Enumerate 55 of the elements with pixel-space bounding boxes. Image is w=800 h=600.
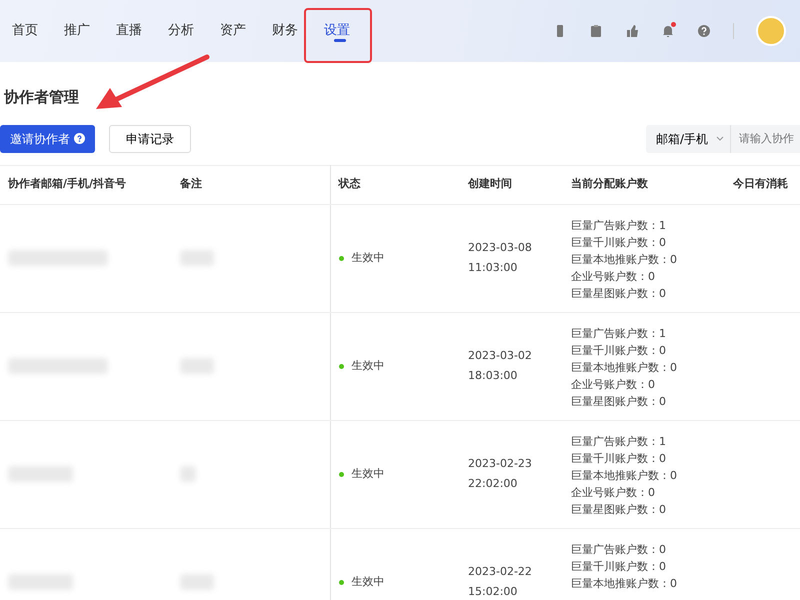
status-text: 生效中 <box>352 358 384 374</box>
application-records-button[interactable]: 申请记录 <box>109 124 191 152</box>
account-count: 巨量千川账户数：0 <box>571 234 667 250</box>
clipboard-icon[interactable] <box>589 24 603 38</box>
column-header: 当前分配账户数 <box>571 177 648 190</box>
account-count: 巨量本地推账户数：0 <box>571 576 678 592</box>
bell-icon[interactable] <box>661 24 675 38</box>
created-time: 2023-03-08 <box>468 240 533 256</box>
column-header: 今日有消耗 <box>733 177 788 190</box>
account-count: 巨量星图账户数：0 <box>571 286 667 302</box>
invite-collaborator-button[interactable]: 邀请协作者 <box>0 124 95 152</box>
account-count: 巨量千川账户数：0 <box>571 342 667 358</box>
account-count: 巨量广告账户数：1 <box>571 218 667 234</box>
search-type-dropdown[interactable]: 邮箱/手机 <box>646 124 730 152</box>
status-text: 生效中 <box>352 574 384 590</box>
account-count: 巨量千川账户数：0 <box>571 450 667 466</box>
created-time: 2023-02-23 <box>468 456 533 472</box>
nav-tab[interactable]: 分析 <box>168 0 220 62</box>
nav-tab[interactable]: 首页 <box>12 0 64 62</box>
account-count: 巨量本地推账户数：0 <box>571 252 678 268</box>
account-count: 巨量千川账户数：0 <box>571 558 667 574</box>
nav-tab[interactable]: 推广 <box>64 0 116 62</box>
created-time: 22:02:00 <box>468 476 518 492</box>
created-time: 15:02:00 <box>468 584 518 600</box>
account-count: 巨量本地推账户数：0 <box>571 468 678 484</box>
account-count: 巨量星图账户数：0 <box>571 394 667 410</box>
help-icon <box>74 133 85 144</box>
account-count: 巨量广告账户数：0 <box>571 542 667 558</box>
created-time: 2023-03-02 <box>468 348 533 364</box>
column-header: 状态 <box>338 177 360 190</box>
account-count: 企业号账户数：0 <box>571 376 656 392</box>
status-text: 生效中 <box>352 466 384 482</box>
account-count: 企业号账户数：0 <box>571 484 656 500</box>
highlight-frame <box>304 8 372 63</box>
help-icon[interactable] <box>697 24 711 38</box>
nav-tab[interactable]: 资产 <box>220 0 272 62</box>
column-header: 协作者邮箱/手机/抖音号 <box>8 177 126 190</box>
created-time: 11:03:00 <box>468 260 518 276</box>
account-count: 企业号账户数：0 <box>571 268 656 284</box>
account-count: 巨量本地推账户数：0 <box>571 360 678 376</box>
column-header: 创建时间 <box>468 177 512 190</box>
page-title: 协作者管理 <box>4 87 80 108</box>
nav-tab[interactable]: 直播 <box>116 0 168 62</box>
search-field[interactable]: 请输入协作 <box>730 124 800 152</box>
column-header: 备注 <box>180 177 202 190</box>
nav-tab[interactable]: 财务 <box>272 0 324 62</box>
nav-tab[interactable]: 设置 <box>324 0 376 62</box>
account-count: 巨量星图账户数：0 <box>571 502 667 518</box>
thumbs-up-icon[interactable] <box>625 24 639 38</box>
account-count: 巨量广告账户数：1 <box>571 326 667 342</box>
created-time: 2023-02-22 <box>468 564 533 580</box>
chevron-down-icon <box>716 136 724 141</box>
created-time: 18:03:00 <box>468 368 518 384</box>
status-text: 生效中 <box>352 250 384 266</box>
account-count: 巨量广告账户数：1 <box>571 434 667 450</box>
